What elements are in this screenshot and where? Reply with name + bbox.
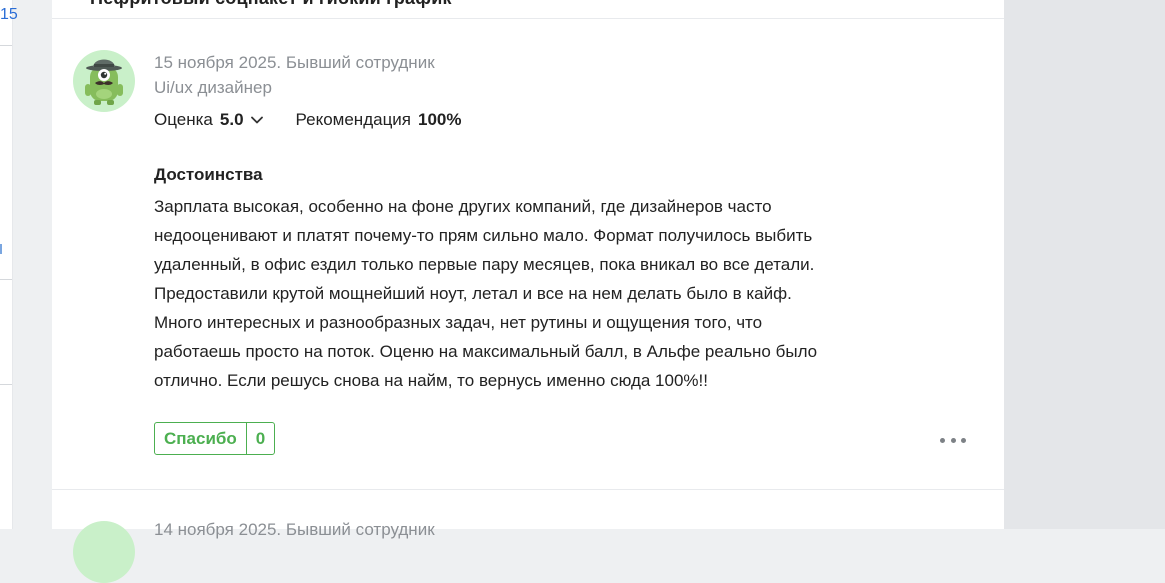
previous-review-title: Нефритовый соцпакет и гибкий график (90, 0, 452, 9)
divider (0, 279, 12, 280)
monster-avatar-icon (85, 59, 123, 105)
pros-line: отлично. Если решусь снова на найм, то в… (154, 371, 708, 390)
right-panel (1004, 0, 1165, 529)
rating-row: Оценка 5.0 Рекомендация 100% (154, 110, 462, 130)
left-column-number[interactable]: 15 (0, 6, 18, 24)
left-column-marker (0, 244, 2, 254)
dot (950, 437, 956, 443)
pros-line: недооценивают и платят почему-то прям си… (154, 226, 813, 245)
pros-line: удаленный, в офис ездил только первые па… (154, 255, 815, 274)
pros-line: Зарплата высокая, особенно на фоне други… (154, 197, 772, 216)
review-divider (52, 489, 1004, 490)
thanks-button[interactable]: Спасибо 0 (154, 422, 276, 455)
recommendation-value: 100% (418, 110, 462, 129)
thanks-label[interactable]: Спасибо (155, 423, 246, 454)
pros-line: Предоставили крутой мощнейший ноут, лета… (154, 284, 792, 303)
next-user-avatar (73, 521, 135, 583)
review-date-status: 15 ноября 2025. Бывший сотрудник (154, 53, 435, 72)
dot (940, 437, 945, 443)
rating-value[interactable]: 5.0 (220, 110, 244, 130)
dot (961, 437, 966, 443)
recommendation-label: Рекомендация (295, 110, 412, 129)
pros-text: Зарплата высокая, особенно на фоне други… (154, 192, 854, 395)
left-column-edge: 15 (0, 0, 18, 529)
pros-line: работаешь просто на поток. Оценю на макс… (154, 342, 818, 361)
divider (0, 384, 12, 385)
review-divider (52, 18, 1004, 19)
thanks-count: 0 (245, 423, 274, 454)
pros-title: Достоинства (154, 165, 263, 184)
next-review-date-status: 14 ноября 2025. Бывший сотрудник (154, 520, 435, 539)
review-card: Нефритовый соцпакет и гибкий график 1 (52, 0, 1004, 583)
chevron-down-icon[interactable] (249, 112, 265, 128)
rating-label: Оценка (154, 110, 213, 129)
more-dots-icon[interactable] (940, 432, 966, 448)
divider (0, 45, 12, 46)
review-position: Ui/ux дизайнер (154, 78, 272, 97)
user-avatar (73, 50, 135, 112)
pros-line: Много интересных и разнообразных задач, … (154, 313, 763, 332)
